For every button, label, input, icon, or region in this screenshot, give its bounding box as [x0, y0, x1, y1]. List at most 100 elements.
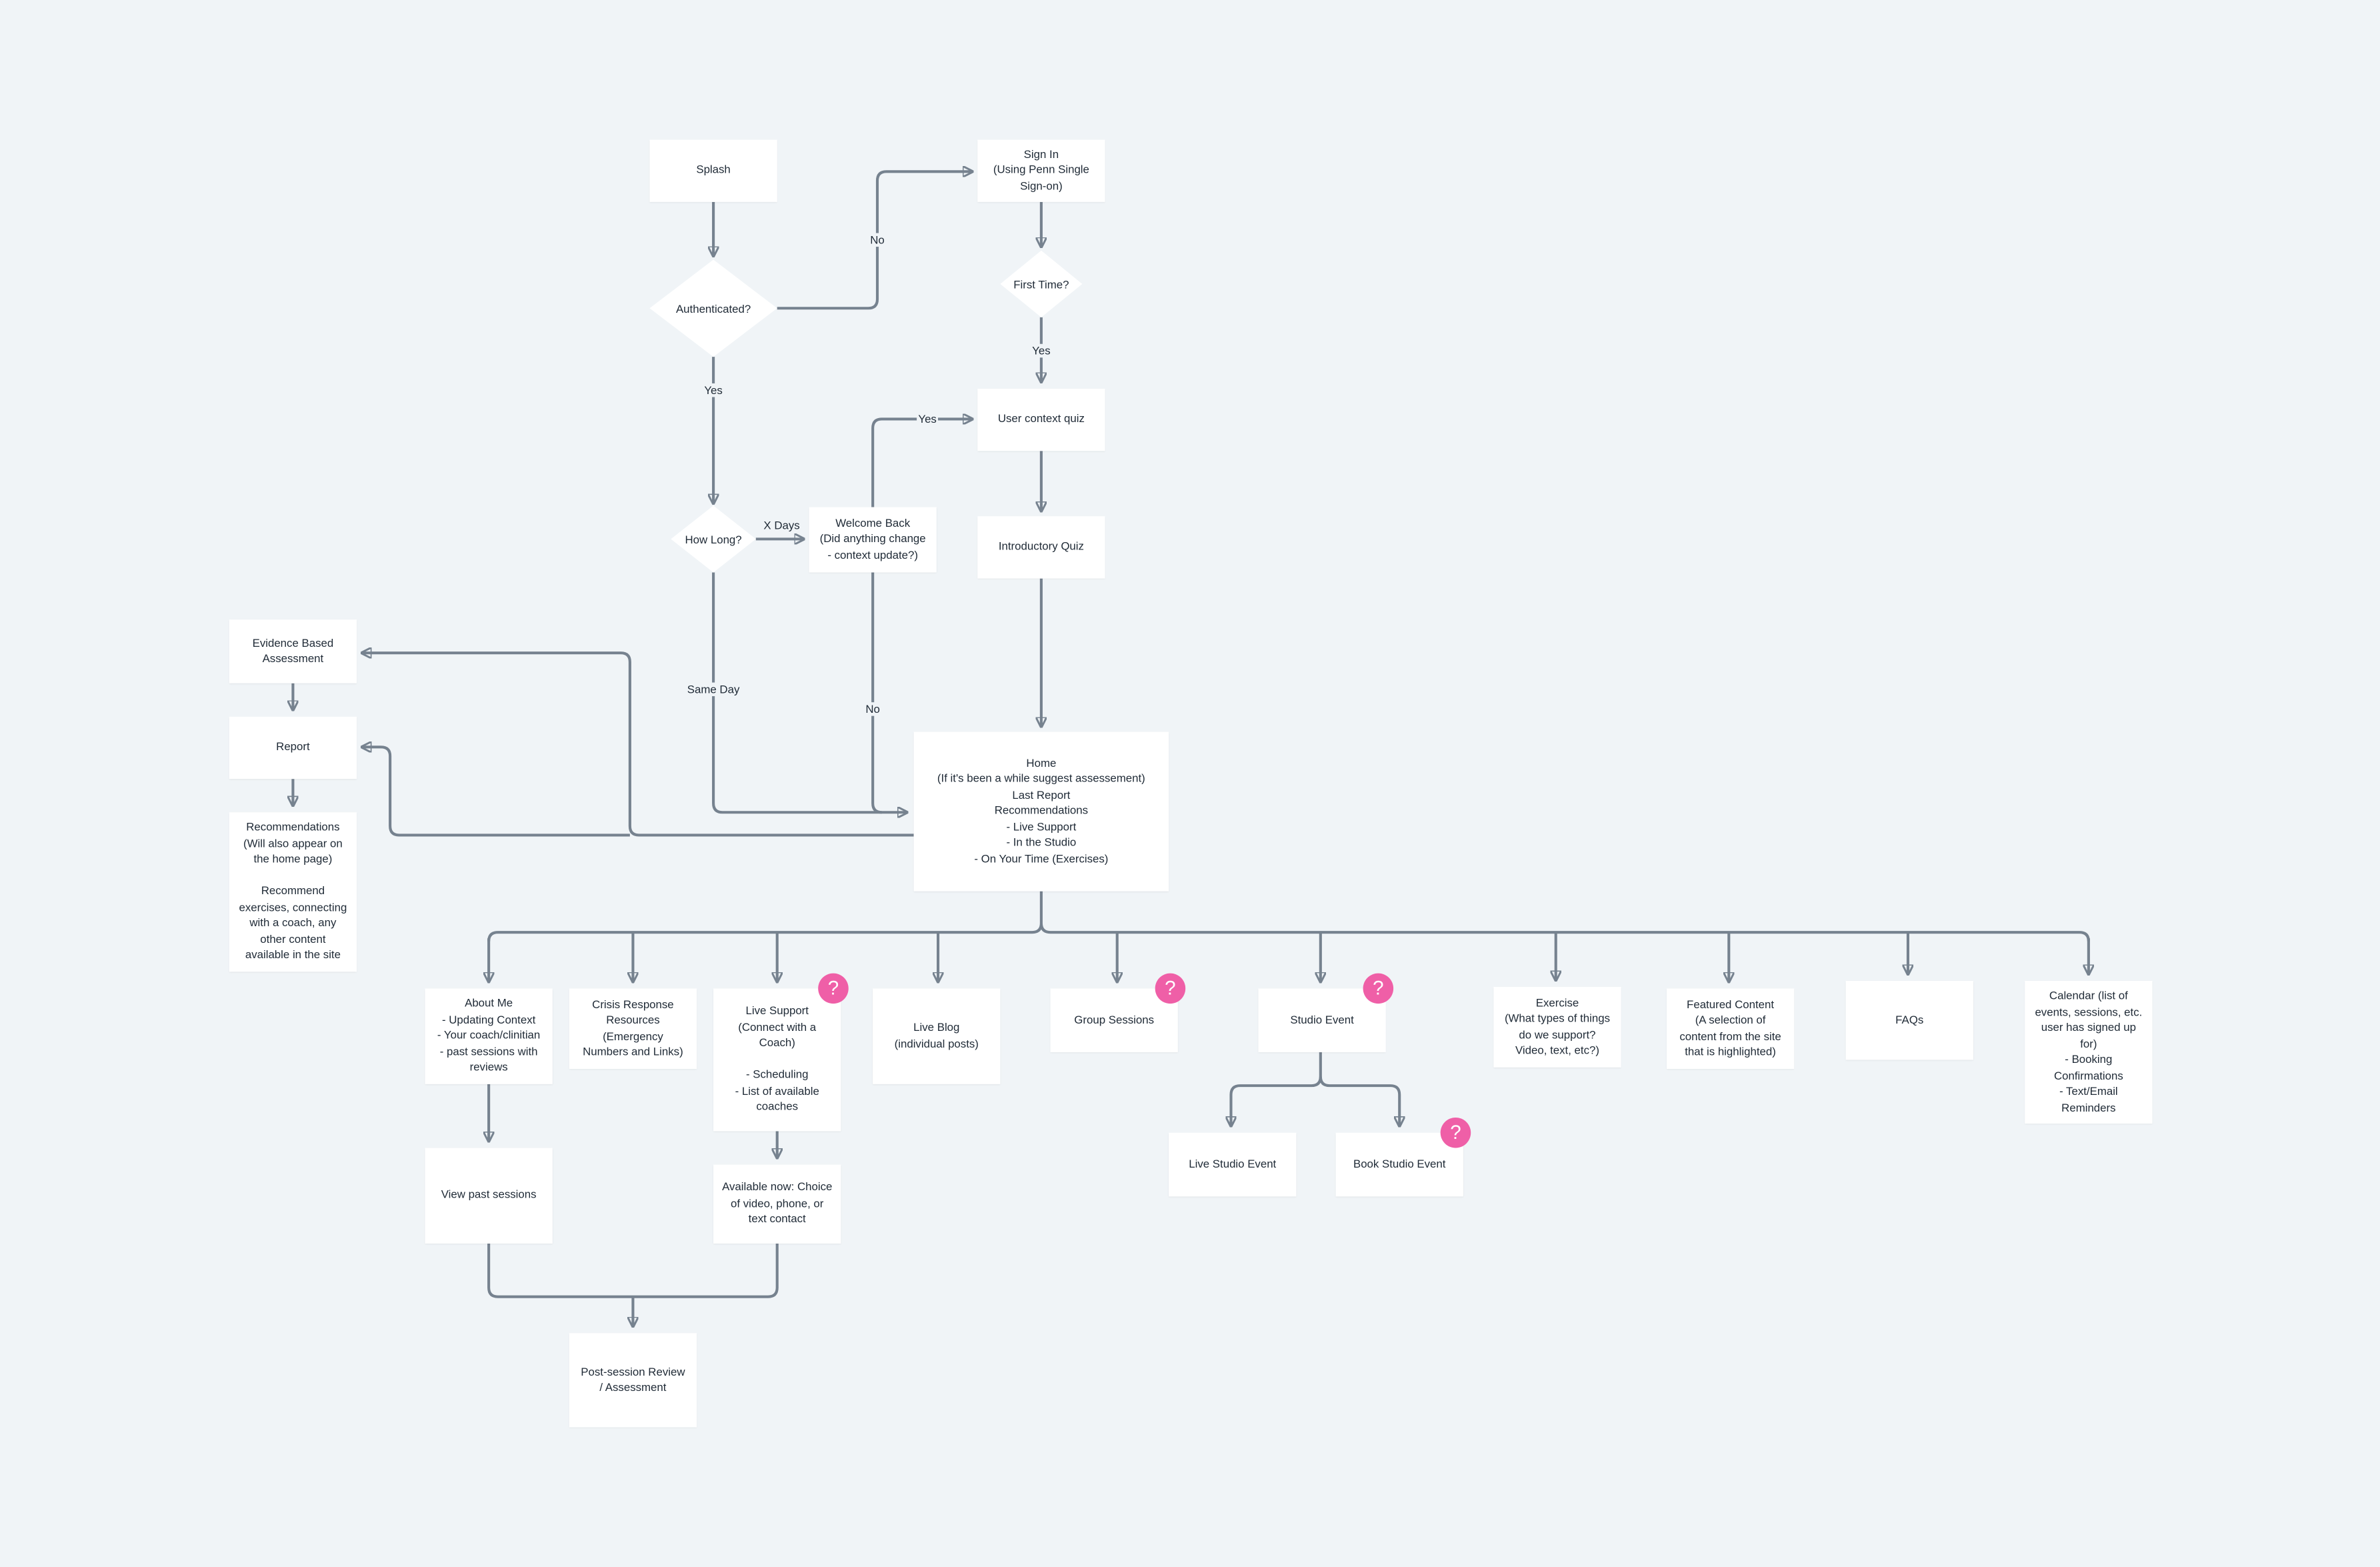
- edge-home-bus: [487, 891, 2090, 942]
- node-text-line: Post-session Review: [581, 1364, 685, 1378]
- node-live-support: Live Support (Connect with a Coach) - Sche…: [713, 988, 841, 1132]
- node-live-blog: Live Blog (individual posts): [873, 988, 1001, 1084]
- node-splash: Splash: [649, 139, 777, 202]
- node-text-line: reviews: [469, 1060, 508, 1074]
- node-text-line: (individual posts): [894, 1036, 979, 1050]
- node-text-line: User context quiz: [997, 411, 1085, 426]
- node-text-line: events, sessions, etc.: [2035, 1004, 2143, 1018]
- node-view-past-sessions: View past sessions: [425, 1148, 553, 1244]
- node-text-line: Recommendations: [246, 820, 340, 834]
- node-text-line: do we support?: [1519, 1027, 1596, 1041]
- node-text-line: Live Support: [745, 1004, 809, 1018]
- node-calendar: Calendar (list of events, sessions, etc. u…: [2025, 981, 2153, 1124]
- node-text-line: Resources: [606, 1012, 660, 1027]
- node-user-context-quiz: User context quiz: [977, 388, 1105, 451]
- node-text-line: Coach): [759, 1036, 795, 1050]
- edge-studio-live: [1231, 1052, 1322, 1125]
- node-text-line: - On Your Time (Exercises): [974, 851, 1109, 866]
- edge-home-evidence: [363, 653, 914, 837]
- node-text-line: First Time?: [1013, 277, 1069, 291]
- node-text-line: Crisis Response: [592, 996, 674, 1011]
- node-text-line: (A selection of: [1695, 1012, 1766, 1027]
- node-text-line: (Connect with a: [738, 1020, 817, 1034]
- node-text-line: Available now: Choice: [722, 1180, 833, 1194]
- node-text-line: Last Report: [1012, 788, 1071, 802]
- edge-label-first-yes: Yes: [1030, 343, 1052, 358]
- node-text-line: other content: [260, 932, 326, 946]
- node-exercise: Exercise (What types of things do we suppo…: [1493, 987, 1621, 1068]
- node-text-line: coaches: [756, 1100, 799, 1114]
- node-report: Report: [229, 716, 357, 779]
- question-mark-icon: ?: [1440, 1117, 1471, 1148]
- node-text-line: for): [2080, 1036, 2097, 1050]
- node-text-line: with a coach, any: [249, 916, 337, 930]
- edge-home-report: [363, 747, 630, 837]
- node-text-line: Featured Content: [1687, 996, 1775, 1011]
- node-text-line: Recommend: [261, 884, 325, 898]
- node-text-line: Home: [1026, 755, 1057, 769]
- node-live-studio-event: Live Studio Event: [1169, 1132, 1297, 1197]
- node-how-long: How Long?: [671, 505, 756, 573]
- node-text-line: - In the Studio: [1006, 835, 1077, 850]
- question-mark-icon: ?: [1155, 973, 1186, 1004]
- node-text-line: (Using Penn Single: [993, 163, 1089, 177]
- node-home: Home (If it's been a while suggest assess…: [913, 731, 1169, 892]
- edge-label-howlong-sameday: Same Day: [685, 682, 741, 697]
- node-text-line: (If it's been a while suggest assessemen…: [937, 771, 1145, 786]
- node-text-line: - Scheduling: [745, 1068, 809, 1082]
- node-text-line: - List of available: [735, 1084, 819, 1098]
- flowchart-canvas: Splash Sign In (Using Penn Single Sign-on) A…: [0, 0, 2380, 1567]
- question-mark-icon: ?: [1363, 973, 1394, 1004]
- node-text-line: Video, text, etc?): [1515, 1043, 1599, 1057]
- edge-label-welcome-yes: Yes: [917, 412, 939, 426]
- node-text-line: Reminders: [2061, 1100, 2116, 1114]
- node-crisis-response: Crisis Response Resources (Emergency Number…: [569, 988, 697, 1070]
- node-text-line: Calendar (list of: [2049, 988, 2128, 1002]
- edge-welcome-ucq: [871, 419, 971, 507]
- node-text-line: Splash: [696, 163, 731, 177]
- node-text-line: content from the site: [1679, 1028, 1781, 1043]
- node-text-line: - Text/Email: [2059, 1084, 2118, 1098]
- node-text-line: Report: [276, 739, 310, 754]
- node-sign-in: Sign In (Using Penn Single Sign-on): [977, 139, 1105, 202]
- node-authenticated: Authenticated?: [649, 259, 777, 357]
- node-about-me: About Me - Updating Context - Your coach/c…: [425, 988, 553, 1084]
- node-text-line: Authenticated?: [675, 301, 751, 315]
- edge-sessions-merge: [487, 1243, 779, 1298]
- edge-studio-book: [1319, 1076, 1399, 1125]
- node-text-line: [291, 868, 295, 884]
- node-text-line: Sign In: [1023, 147, 1059, 161]
- node-faqs: FAQs: [1845, 981, 1973, 1060]
- node-text-line: Live Blog: [913, 1020, 960, 1034]
- node-text-line: Confirmations: [2053, 1068, 2123, 1082]
- question-mark-icon: ?: [818, 973, 849, 1004]
- node-text-line: - Booking: [2065, 1052, 2113, 1066]
- node-text-line: Recommendations: [994, 804, 1089, 818]
- node-text-line: Group Sessions: [1074, 1012, 1155, 1026]
- node-text-line: FAQs: [1895, 1012, 1924, 1026]
- node-text-line: Exercise: [1535, 995, 1579, 1010]
- edge-label-auth-yes: Yes: [703, 383, 725, 397]
- node-text-line: Book Studio Event: [1353, 1156, 1446, 1171]
- node-text-line: the home page): [253, 852, 333, 866]
- node-text-line: [775, 1052, 779, 1068]
- node-text-line: that is highlighted): [1685, 1044, 1776, 1059]
- edge-welcome-home: [871, 572, 882, 814]
- node-available-now: Available now: Choice of video, phone, or…: [713, 1164, 841, 1244]
- node-text-line: user has signed up: [2041, 1020, 2136, 1034]
- node-evidence-based-assessment: Evidence Based Assessment: [229, 619, 357, 683]
- node-text-line: Welcome Back: [835, 515, 911, 530]
- node-text-line: Evidence Based: [252, 635, 334, 649]
- node-featured-content: Featured Content (A selection of content f…: [1666, 988, 1795, 1070]
- edge-label-howlong-xdays: X Days: [762, 518, 801, 533]
- node-text-line: - Updating Context: [441, 1012, 536, 1026]
- node-text-line: View past sessions: [441, 1188, 537, 1202]
- node-text-line: (What types of things: [1504, 1011, 1611, 1026]
- node-text-line: (Will also appear on: [243, 836, 343, 850]
- node-text-line: (Did anything change: [819, 531, 926, 546]
- node-text-line: About Me: [465, 996, 513, 1010]
- node-text-line: - context update?): [827, 547, 918, 561]
- node-text-line: How Long?: [685, 532, 742, 546]
- connectors: [0, 0, 2380, 1567]
- node-text-line: - past sessions with: [439, 1044, 538, 1058]
